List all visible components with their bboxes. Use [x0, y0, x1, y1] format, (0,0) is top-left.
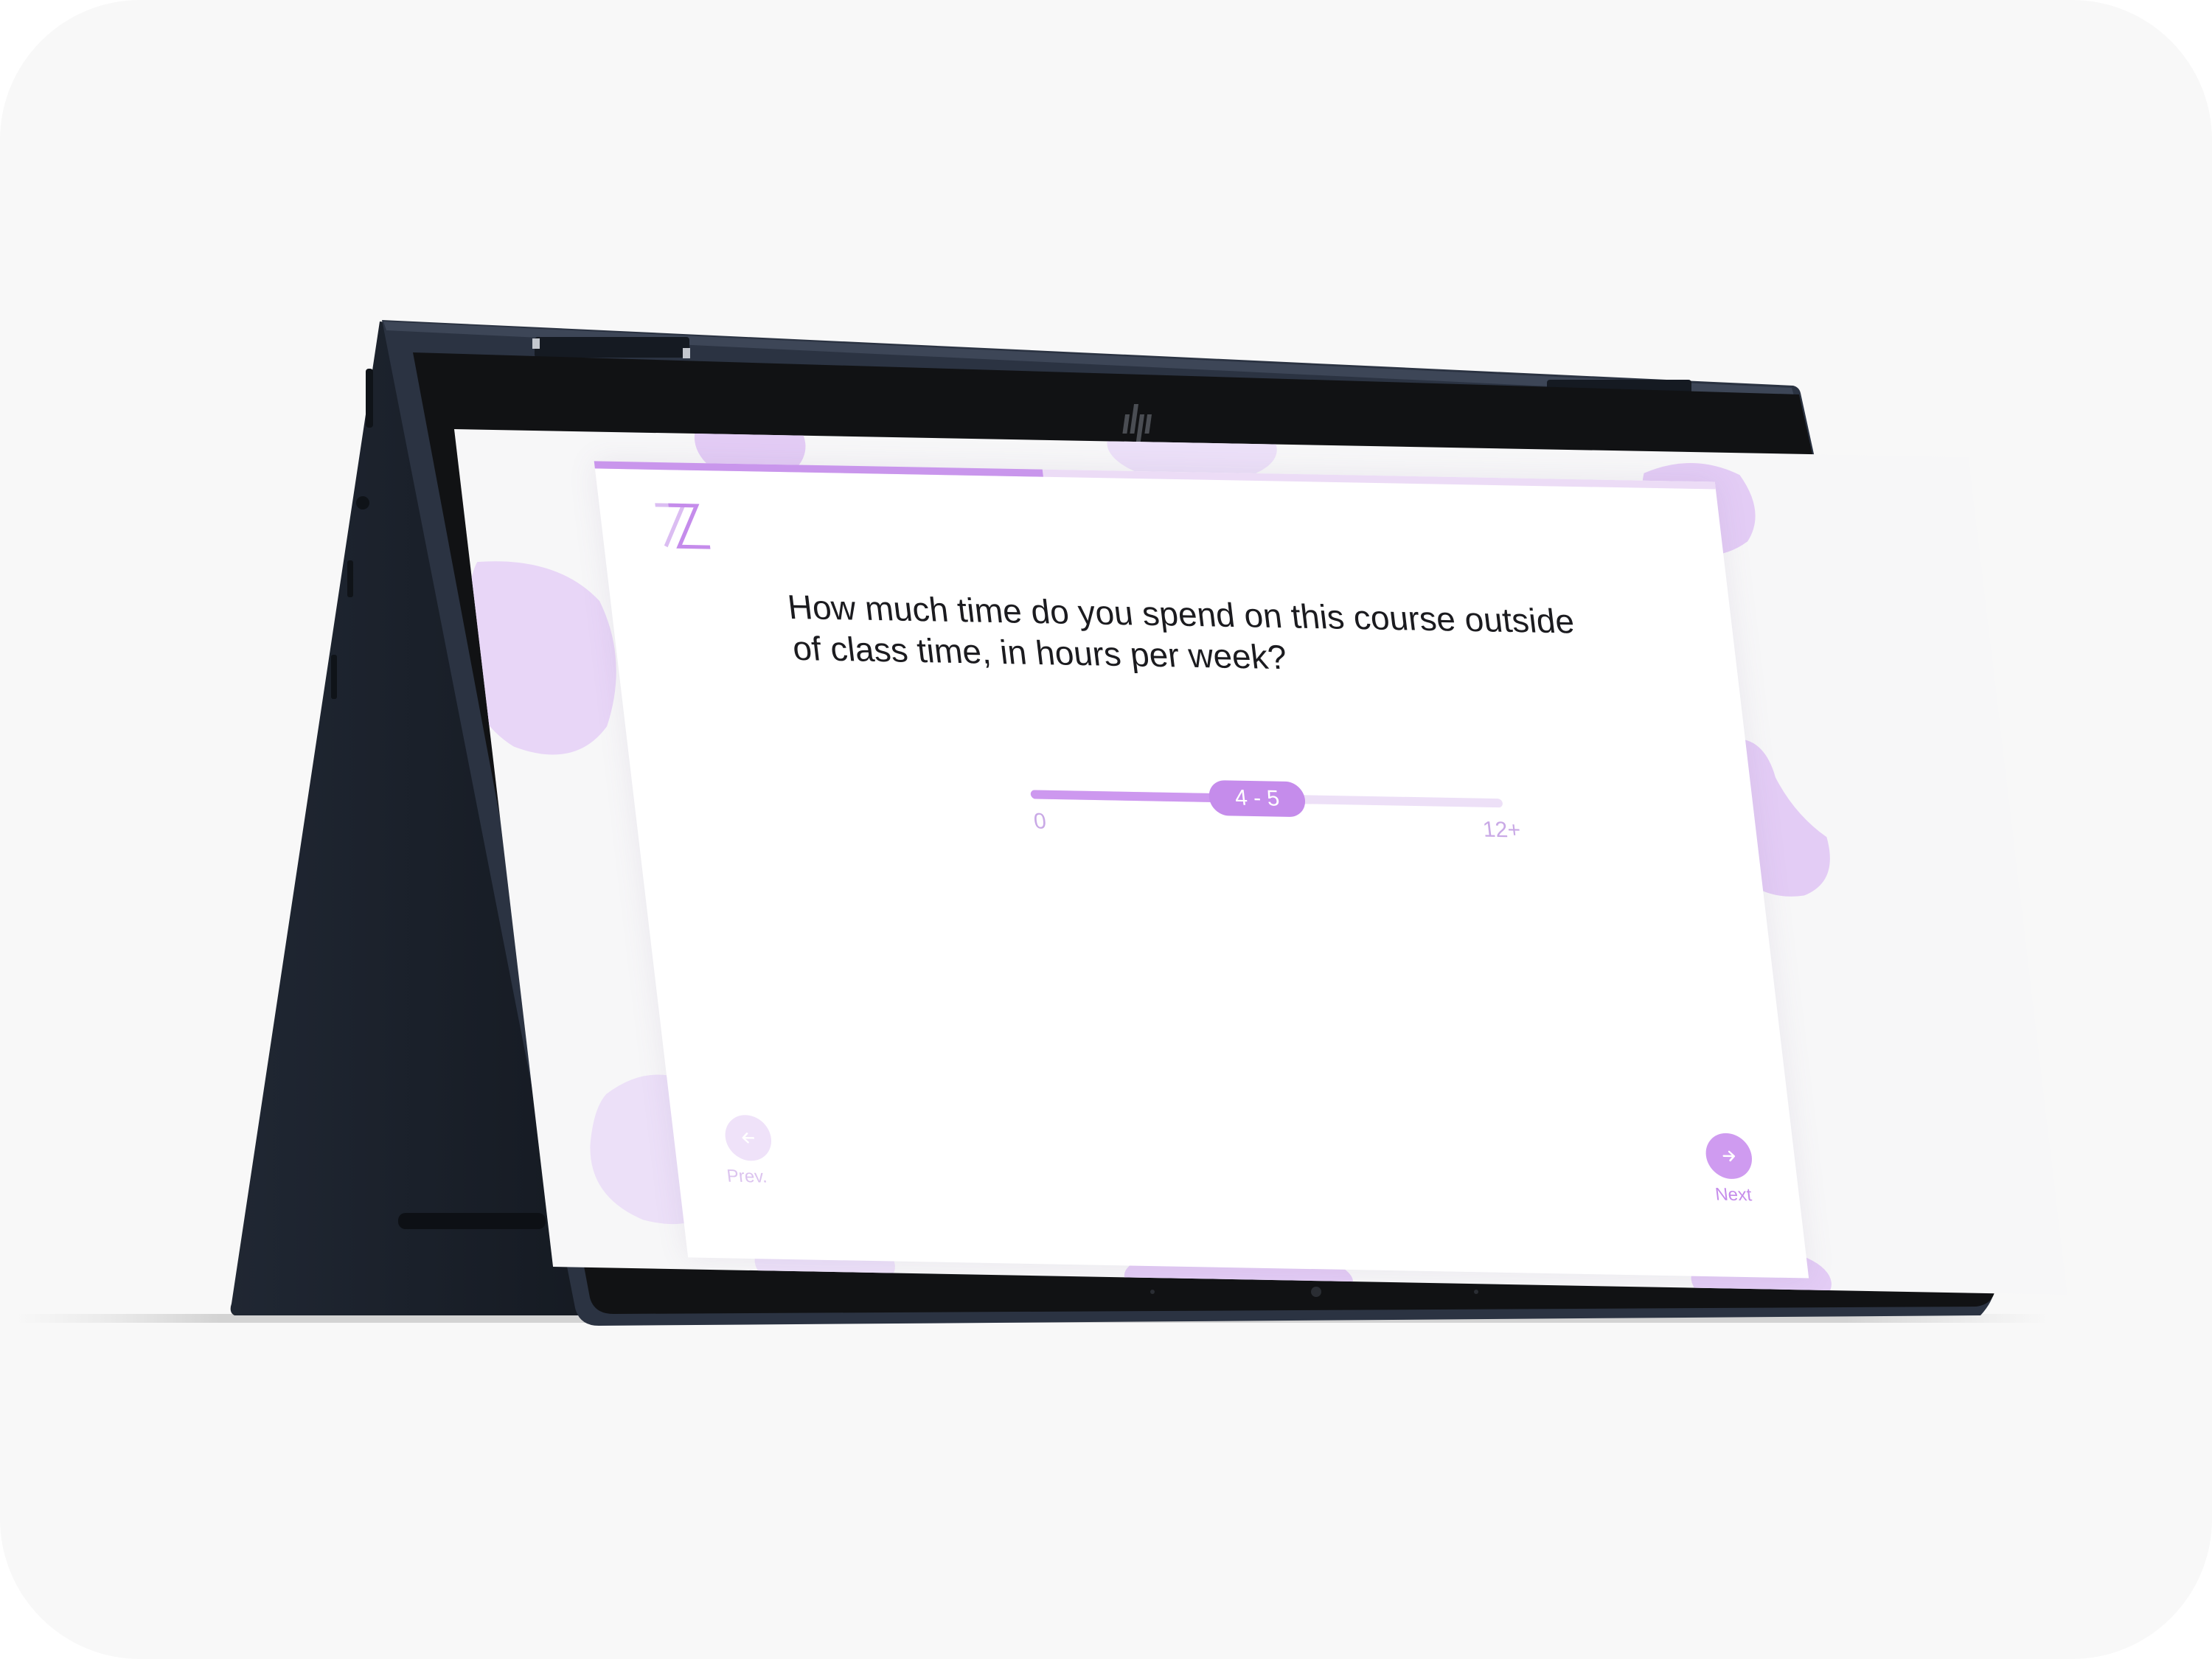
- next-label[interactable]: Next: [1688, 1184, 1778, 1206]
- question-text: How much time do you spend on this cours…: [785, 587, 1576, 677]
- prev-button[interactable]: [723, 1114, 774, 1161]
- slider-min-label: 0: [1032, 809, 1048, 834]
- hours-slider[interactable]: 4 - 5 0 12+: [1029, 779, 1522, 843]
- hinge-left: [535, 337, 689, 358]
- arrow-right-icon: [1722, 1150, 1736, 1162]
- arrow-left-icon: [742, 1133, 755, 1144]
- slider-max-label: 12+: [1481, 817, 1523, 843]
- base-vent: [398, 1213, 546, 1229]
- next-button[interactable]: [1703, 1133, 1755, 1180]
- webcam: [1311, 1287, 1321, 1297]
- survey-screen: How much time do you spend on this cours…: [454, 429, 2068, 1295]
- progress-fill: [594, 461, 1043, 477]
- prev-label[interactable]: Prev.: [701, 1166, 792, 1188]
- slider-thumb[interactable]: 4 - 5: [1207, 779, 1307, 818]
- z-logo: [655, 503, 711, 549]
- question-card: How much time do you spend on this cours…: [594, 461, 1809, 1279]
